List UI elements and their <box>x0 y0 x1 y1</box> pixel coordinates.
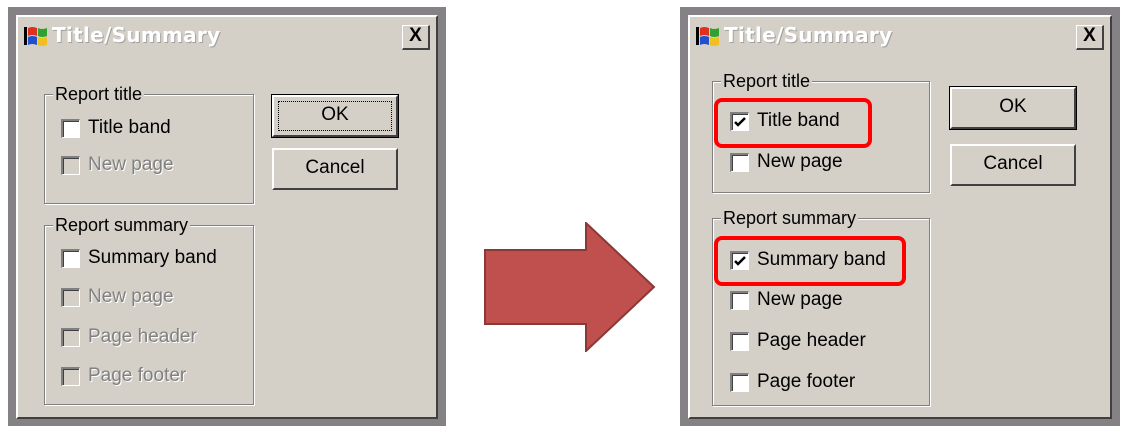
cancel-button[interactable]: Cancel <box>272 148 398 190</box>
summary-band-label: Summary band <box>88 247 217 268</box>
page-footer-label: Page footer <box>88 365 187 386</box>
title-band-label: Title band <box>88 117 171 138</box>
title-bar[interactable]: Title/Summary X <box>692 19 1108 53</box>
summary-new-page-label: New page <box>757 289 843 310</box>
right-arrow-icon <box>484 222 656 352</box>
title-new-page-label: New page <box>757 151 843 172</box>
close-button[interactable]: X <box>1076 25 1104 50</box>
summary-band-checkbox[interactable] <box>61 248 80 268</box>
cancel-button[interactable]: Cancel <box>950 144 1076 186</box>
cancel-label: Cancel <box>983 153 1043 174</box>
report-summary-legend: Report summary <box>721 207 859 229</box>
title-band-checkbox-row[interactable]: Title band <box>61 116 171 140</box>
summary-new-page-label: New page <box>88 286 174 307</box>
dialog-title: Title/Summary <box>724 23 893 47</box>
focus-rect <box>278 101 392 131</box>
cancel-label: Cancel <box>305 157 365 178</box>
ok-label: OK <box>999 96 1027 117</box>
summary-band-checkbox-row[interactable]: Summary band <box>61 246 217 270</box>
report-title-legend: Report title <box>53 83 145 105</box>
title-new-page-checkbox[interactable] <box>730 152 749 172</box>
close-button[interactable]: X <box>402 25 430 50</box>
page-footer-checkbox <box>61 366 80 386</box>
title-bar[interactable]: Title/Summary X <box>20 19 434 53</box>
page-footer-checkbox[interactable] <box>730 372 749 392</box>
page-header-label: Page header <box>757 330 866 351</box>
report-title-group: Report title <box>44 83 254 204</box>
dialog-after: Title/Summary X Report title Title band … <box>680 7 1120 426</box>
title-new-page-label: New page <box>88 154 174 175</box>
arrow-shape <box>484 222 656 352</box>
page-header-checkbox-row[interactable]: Page header <box>730 329 866 353</box>
summary-band-highlight <box>714 236 906 286</box>
windows-logo-icon <box>24 27 47 46</box>
title-band-highlight <box>714 98 872 148</box>
report-title-legend: Report title <box>721 70 813 92</box>
close-icon: X <box>1083 25 1096 46</box>
report-summary-legend: Report summary <box>53 214 191 236</box>
page-header-checkbox[interactable] <box>730 331 749 351</box>
dialog-before: Title/Summary X Report title Title band … <box>8 7 446 426</box>
dialog-title: Title/Summary <box>52 23 221 47</box>
summary-new-page-checkbox-row: New page <box>61 285 174 309</box>
page-header-checkbox <box>61 327 80 347</box>
title-new-page-checkbox <box>61 155 80 175</box>
summary-new-page-checkbox <box>61 287 80 307</box>
page-footer-checkbox-row[interactable]: Page footer <box>730 370 855 394</box>
page-footer-label: Page footer <box>757 371 856 392</box>
ok-button[interactable]: OK <box>949 86 1077 130</box>
page-header-label: Page header <box>88 326 197 347</box>
close-icon: X <box>409 25 422 46</box>
summary-new-page-checkbox-row[interactable]: New page <box>730 288 843 312</box>
title-band-checkbox[interactable] <box>61 118 80 138</box>
ok-button[interactable]: OK <box>271 94 399 138</box>
summary-new-page-checkbox[interactable] <box>730 290 749 310</box>
page-header-checkbox-row: Page header <box>61 325 197 349</box>
windows-logo-icon <box>696 27 719 46</box>
page-footer-checkbox-row: Page footer <box>61 364 186 388</box>
title-new-page-checkbox-row[interactable]: New page <box>730 150 843 174</box>
title-new-page-checkbox-row: New page <box>61 153 174 177</box>
